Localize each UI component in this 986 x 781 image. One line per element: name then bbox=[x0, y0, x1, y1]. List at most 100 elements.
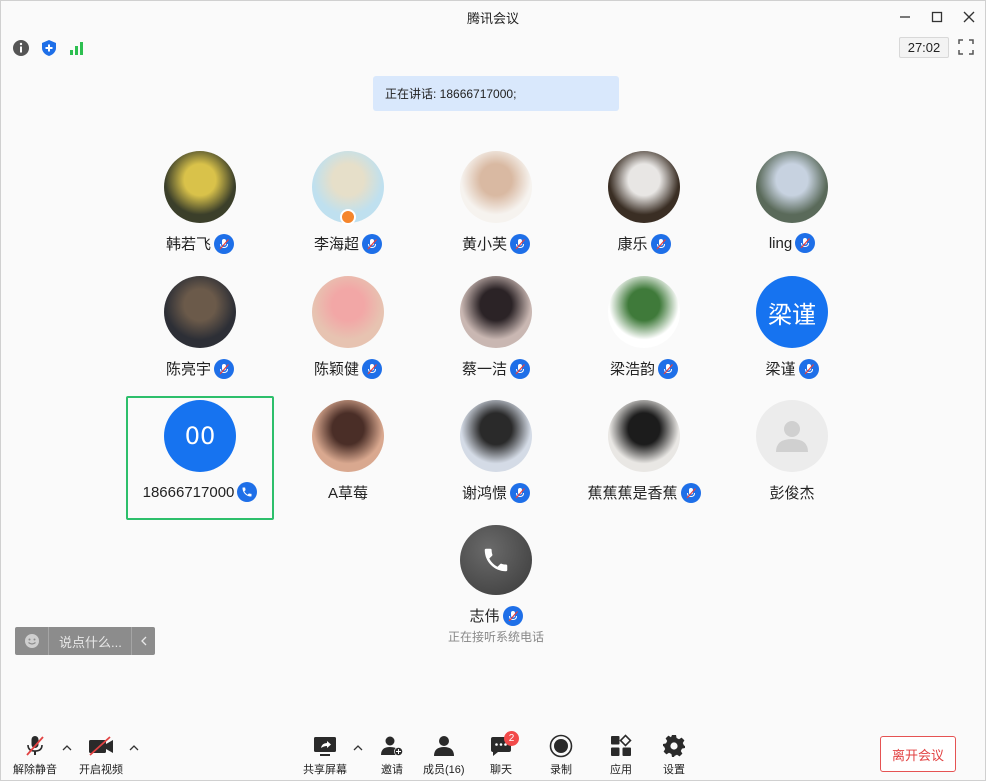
participant-tile[interactable]: 梁浩韵 bbox=[570, 272, 718, 396]
avatar-photo bbox=[608, 151, 680, 223]
fullscreen-icon bbox=[958, 39, 974, 55]
info-button[interactable] bbox=[11, 38, 31, 58]
participant-name-row: 谢鸿憬 bbox=[462, 482, 530, 503]
participant-name: 梁浩韵 bbox=[609, 361, 655, 378]
chat-button[interactable]: 2 聊天 bbox=[487, 731, 519, 777]
record-label: 录制 bbox=[550, 764, 572, 776]
collapse-chat-button[interactable] bbox=[131, 627, 155, 655]
participant-tile[interactable]: 梁谨 梁谨 bbox=[718, 272, 866, 396]
participant-name-row: ling bbox=[769, 233, 816, 253]
emoji-icon bbox=[24, 634, 39, 648]
participant-name-row: 蔡一洁 bbox=[462, 358, 530, 379]
share-options-caret[interactable] bbox=[352, 741, 364, 753]
maximize-button[interactable] bbox=[921, 1, 953, 33]
avatar bbox=[608, 276, 680, 348]
start-video-button[interactable]: 开启视频 bbox=[79, 733, 123, 777]
share-screen-button[interactable]: 共享屏幕 bbox=[303, 733, 347, 777]
members-icon bbox=[433, 735, 454, 756]
mic-muted-icon bbox=[795, 233, 816, 253]
chat-unread-badge: 2 bbox=[504, 731, 519, 746]
invite-label: 邀请 bbox=[381, 764, 403, 776]
participant-tile[interactable]: 李海超 bbox=[274, 147, 422, 271]
avatar-photo bbox=[608, 400, 680, 472]
mic-muted-icon bbox=[510, 358, 530, 379]
avatar bbox=[460, 400, 532, 472]
participant-tile[interactable]: ling bbox=[718, 147, 866, 271]
participant-tile[interactable]: 康乐 bbox=[570, 147, 718, 271]
window-controls bbox=[889, 1, 985, 33]
mic-muted-icon bbox=[362, 358, 382, 379]
mic-muted-icon bbox=[214, 358, 234, 379]
avatar-photo bbox=[164, 151, 236, 223]
participant-tile[interactable]: 黄小芙 bbox=[422, 147, 570, 271]
avatar: 梁谨 bbox=[756, 276, 828, 348]
invite-button[interactable]: 邀请 bbox=[378, 733, 406, 777]
participant-status: 正在接听系统电话 bbox=[447, 630, 544, 644]
host-badge-icon bbox=[340, 209, 356, 225]
meeting-window: 腾讯会议 27:02 正在讲话: 18666717000; 韩若飞 李海超 黄小… bbox=[0, 0, 986, 781]
record-icon bbox=[549, 734, 573, 757]
participant-name: 志伟 bbox=[469, 608, 500, 625]
participant-name-row: 18666717000 bbox=[143, 482, 258, 502]
network-status-button[interactable] bbox=[67, 38, 87, 58]
participant-tile[interactable]: 蕉蕉蕉是香蕉 bbox=[570, 396, 718, 520]
unmute-button[interactable]: 解除静音 bbox=[13, 733, 57, 777]
avatar bbox=[312, 400, 384, 472]
participant-name-row: 蕉蕉蕉是香蕉 bbox=[587, 482, 701, 503]
share-screen-icon bbox=[314, 736, 336, 756]
avatar bbox=[756, 151, 828, 223]
emoji-button[interactable] bbox=[15, 627, 49, 655]
fullscreen-button[interactable] bbox=[957, 38, 977, 58]
share-screen-label: 共享屏幕 bbox=[303, 764, 347, 776]
avatar bbox=[460, 151, 532, 223]
bottom-toolbar: 解除静音 开启视频 共享屏幕 邀请 成员(16) 2 聊天 录制 应用 设置 bbox=[1, 727, 985, 781]
participant-tile[interactable]: 陈颖健 bbox=[274, 272, 422, 396]
leave-meeting-button[interactable]: 离开会议 bbox=[880, 736, 956, 772]
participant-name-row: 志伟 bbox=[469, 605, 523, 626]
chevron-up-icon bbox=[353, 745, 363, 751]
audio-options-caret[interactable] bbox=[61, 741, 73, 753]
mic-muted-icon bbox=[26, 735, 44, 756]
participant-name: 谢鸿憬 bbox=[461, 485, 507, 502]
record-button[interactable]: 录制 bbox=[547, 733, 575, 777]
participant-tile[interactable]: 韩若飞 bbox=[126, 147, 274, 271]
participant-tile[interactable]: 陈亮宇 bbox=[126, 272, 274, 396]
chat-label: 聊天 bbox=[490, 764, 512, 776]
top-toolbar: 27:02 bbox=[1, 33, 985, 61]
participant-tile[interactable]: 00 18666717000 bbox=[126, 396, 274, 520]
participant-tile[interactable]: 志伟正在接听系统电话 bbox=[422, 521, 570, 645]
mic-muted-icon bbox=[362, 233, 382, 254]
participant-name: 18666717000 bbox=[142, 483, 235, 501]
security-button[interactable] bbox=[39, 38, 59, 58]
close-icon bbox=[963, 11, 975, 23]
participant-tile[interactable]: 彭俊杰 bbox=[718, 396, 866, 520]
avatar-initials: 00 bbox=[184, 422, 216, 450]
video-options-caret[interactable] bbox=[128, 741, 140, 753]
participant-name: 康乐 bbox=[617, 236, 648, 253]
signal-bars-icon bbox=[70, 42, 83, 55]
chat-quick-input[interactable]: 说点什么... bbox=[15, 627, 155, 655]
mic-muted-icon bbox=[658, 358, 678, 379]
mic-muted-icon bbox=[214, 233, 234, 254]
mic-muted-icon bbox=[680, 482, 701, 503]
avatar-photo bbox=[460, 151, 532, 223]
participant-name-row: 陈亮宇 bbox=[166, 358, 234, 379]
avatar-photo bbox=[608, 276, 680, 348]
participant-tile[interactable]: A草莓 bbox=[274, 396, 422, 520]
apps-grid-icon bbox=[611, 733, 632, 756]
close-button[interactable] bbox=[953, 1, 985, 33]
avatar bbox=[460, 276, 532, 348]
add-person-icon bbox=[381, 736, 403, 756]
avatar bbox=[164, 151, 236, 223]
chat-placeholder[interactable]: 说点什么... bbox=[59, 632, 131, 651]
avatar-photo bbox=[460, 276, 532, 348]
participant-tile[interactable]: 谢鸿憬 bbox=[422, 396, 570, 520]
participant-name-row: 李海超 bbox=[314, 233, 382, 254]
settings-label: 设置 bbox=[663, 764, 685, 776]
members-button[interactable]: 成员(16) bbox=[423, 733, 465, 777]
minimize-button[interactable] bbox=[889, 1, 921, 33]
apps-button[interactable]: 应用 bbox=[607, 733, 635, 777]
maximize-icon bbox=[931, 11, 943, 23]
participant-tile[interactable]: 蔡一洁 bbox=[422, 272, 570, 396]
settings-button[interactable]: 设置 bbox=[660, 733, 688, 777]
